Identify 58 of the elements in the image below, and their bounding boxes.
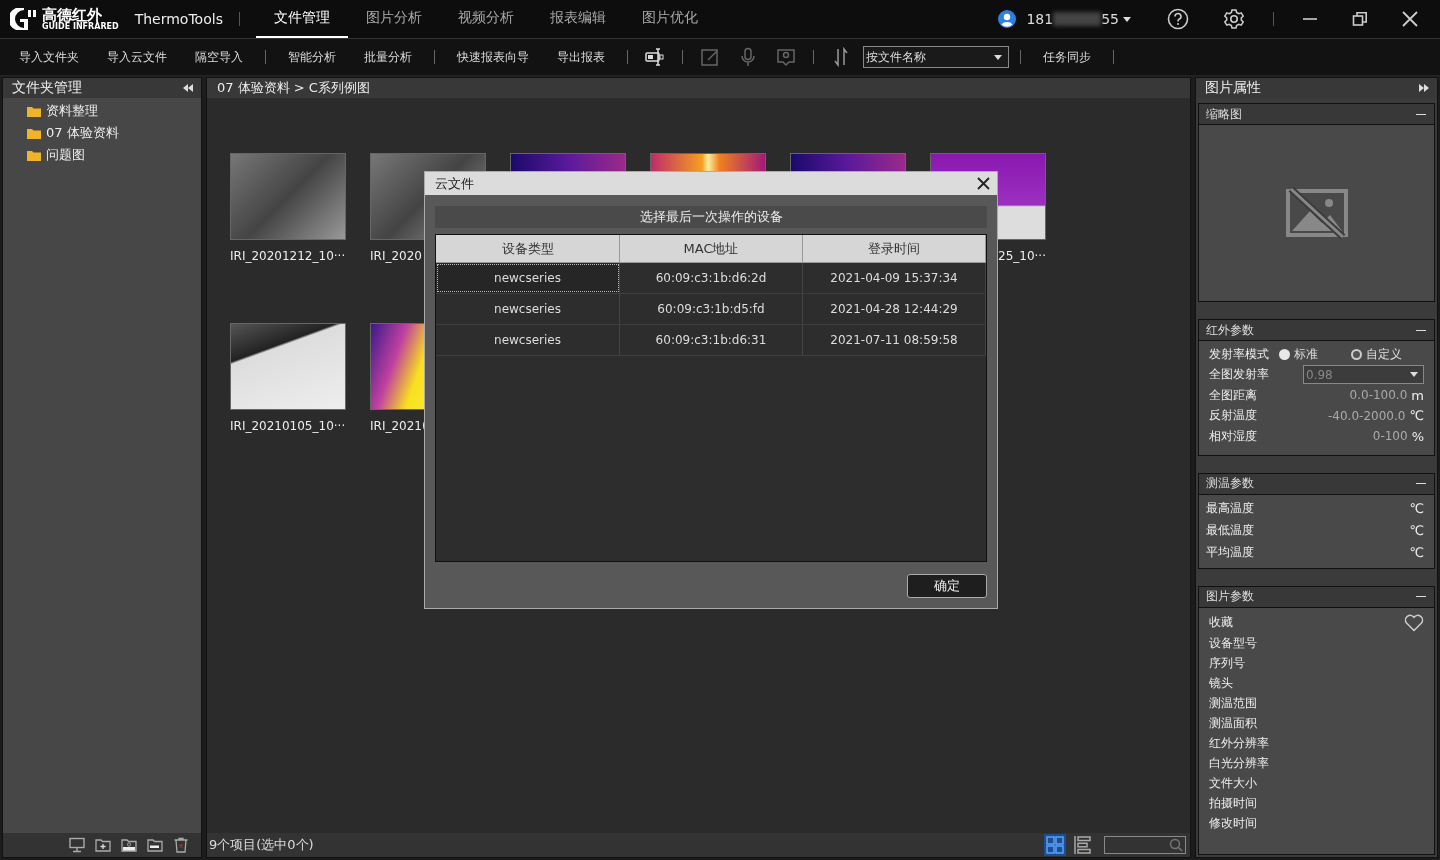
column-header: MAC地址 [620,235,803,262]
field-label: 相对湿度 [1209,427,1257,445]
field-label: 全图发射率 [1209,366,1269,384]
field-label: 收藏 [1209,614,1233,631]
brand-name: 高德红外 [42,7,103,23]
app-name: ThermoTools [134,11,223,27]
field-label: 文件大小 [1209,775,1257,792]
field-label: 发射率模式 [1209,345,1269,363]
table-cell: 2021-07-11 08:59:58 [803,325,986,355]
table-cell: newcseries [436,294,620,324]
field-label: 拍摄时间 [1209,795,1257,812]
section-title: 图片参数 [1206,588,1254,605]
file-name: IRI_2021( [370,419,427,433]
brand-subtitle: GUIDE INFRARED [42,22,119,31]
table-cell: 2021-04-09 15:37:34 [803,263,986,293]
table-cell: 60:09:c3:1b:d6:31 [620,325,803,355]
section-title: 红外参数 [1206,321,1254,339]
column-header: 设备类型 [436,235,620,262]
field-label: 修改时间 [1209,815,1257,832]
file-name: IRI_20210105_10··· [230,419,346,433]
unit-label: ℃ [1409,545,1424,560]
field-label: 反射温度 [1209,407,1257,425]
field-label: 白光分辨率 [1209,755,1269,772]
field-label: 全图距离 [1209,386,1257,404]
table-cell: 60:09:c3:1b:d6:2d [620,263,803,293]
breadcrumb: 07 体验资料 > C系列例图 [207,78,1190,98]
dialog-heading: 选择最后一次操作的设备 [435,206,987,228]
field-label: 镜头 [1209,675,1233,692]
field-label: 平均温度 [1206,544,1254,561]
item-count: 9个项目(选中0个) [209,836,314,854]
unit-label: ℃ [1409,523,1424,538]
unit-label: % [1411,428,1424,444]
field-label: 红外分辨率 [1209,735,1269,752]
field-label: 测温面积 [1209,715,1257,732]
section-title: 测温参数 [1206,475,1254,492]
range-value: 0-100 [1372,429,1408,444]
column-header: 登录时间 [803,235,986,262]
file-name: IRI_20201212_10··· [230,249,346,263]
field-label: 设备型号 [1209,635,1257,652]
field-label: 序列号 [1209,655,1245,672]
file-name: IRI_2020 [370,249,422,263]
file-name: 25_10··· [998,249,1046,263]
section-title: 缩略图 [1206,105,1242,123]
table-cell: 2021-04-28 12:44:29 [803,294,986,324]
range-value: -40.0-2000.0 [1328,408,1406,423]
dialog-title: 云文件 [435,174,474,193]
panel-title: 图片属性 [1205,79,1261,97]
table-cell: newcseries [436,325,620,355]
unit-label: m [1411,387,1424,403]
panel-title: 文件夹管理 [12,79,82,97]
field-label: 最低温度 [1206,522,1254,539]
field-label: 测温范围 [1209,695,1257,712]
unit-label: ℃ [1409,408,1424,424]
table-cell: 60:09:c3:1b:d5:fd [620,294,803,324]
unit-label: ℃ [1409,501,1424,516]
table-cell: newcseries [436,263,620,293]
field-label: 最高温度 [1206,500,1254,517]
range-value: 0.0-100.0 [1349,388,1408,403]
